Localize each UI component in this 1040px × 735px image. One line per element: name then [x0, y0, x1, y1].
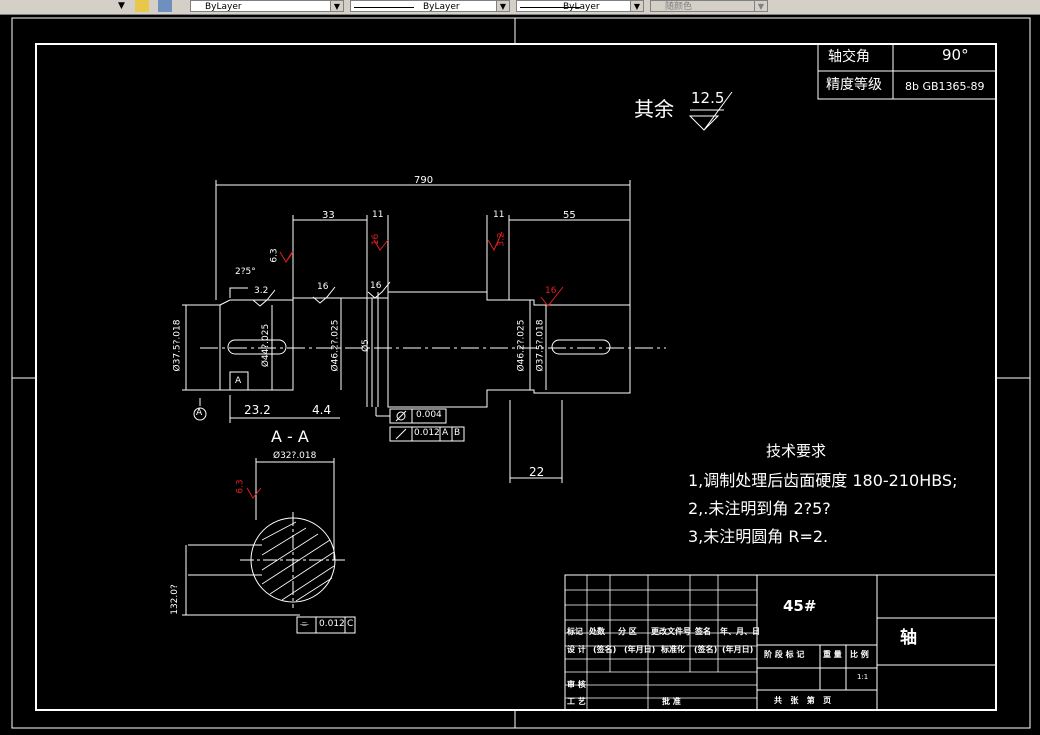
dim-dia-44: Ø44?.025 [261, 323, 272, 368]
linetype-combo[interactable]: ByLayer ▼ [350, 0, 510, 12]
spec-value-shaft-angle: 90° [942, 46, 969, 64]
section-tolerance-ref: C [347, 619, 354, 629]
tb-design-date: (年月日) [624, 645, 656, 654]
tb-std-sign: (签名) [694, 645, 718, 654]
dropdown-arrow-icon[interactable]: ▼ [118, 0, 125, 12]
tech-requirement-3: 3,未注明圆角 R=2. [688, 527, 829, 546]
layer-combo[interactable]: ByLayer ▼ [190, 0, 344, 12]
tb-design: 设 计 [567, 645, 586, 654]
dim-dia-46-2-left: Ø46.2?.025 [330, 319, 341, 372]
tolerance-2-ref-a: A [442, 428, 449, 438]
tb-docno: 更改文件号 [651, 627, 691, 636]
tolerance-2-ref-b: B [454, 428, 461, 438]
chevron-down-icon[interactable]: ▼ [754, 1, 767, 11]
tb-count: 处数 [589, 627, 605, 636]
tb-sheets: 共 张 第 页 [774, 696, 832, 705]
chevron-down-icon[interactable]: ▼ [630, 1, 643, 11]
roughness-6-3: 6.3 [269, 248, 280, 263]
title-material: 45# [783, 597, 817, 615]
roughness-16a: 16 [317, 282, 329, 292]
dim-dia-37-5-left: Ø37.5?.018 [172, 319, 183, 372]
inner-frame [35, 43, 997, 711]
section-dim-dia: Ø32?.018 [273, 451, 317, 461]
properties-toolbar: ▼ ByLayer ▼ ByLayer ▼ ByLayer ▼ 随颜色 ▼ [0, 0, 1040, 15]
dim-55: 55 [563, 210, 576, 221]
roughness-3-2a: 3.2 [254, 286, 269, 296]
section-title: A - A [271, 427, 309, 446]
section-tolerance-symbol: ⌯ [300, 617, 309, 630]
title-part-name: 轴 [900, 628, 917, 648]
roughness-16c: 16 [371, 233, 382, 246]
roughness-3-2b: 3.2 [496, 232, 507, 247]
tb-std: 标准化 [661, 645, 685, 654]
dim-33: 33 [322, 210, 335, 221]
tb-date: 年、月、日 [720, 627, 760, 636]
tech-requirement-1: 1,调制处理后齿面硬度 180-210HBS; [688, 471, 958, 490]
chevron-down-icon[interactable]: ▼ [496, 1, 509, 11]
drawing-svg [11, 17, 1031, 729]
tb-zone: 分 区 [618, 627, 637, 636]
dim-4-4: 4.4 [312, 403, 332, 417]
dim-11b: 11 [493, 210, 505, 220]
drawing-canvas[interactable]: 轴交角 90° 精度等级 8b GB1365-89 其余 12.5 790 33… [0, 15, 1040, 735]
tb-sign: 签名 [695, 627, 711, 636]
roughness-other-value: 12.5 [691, 89, 725, 107]
layer-states-icon[interactable] [135, 0, 149, 12]
spec-label-precision: 精度等级 [826, 77, 882, 93]
tb-process: 工 艺 [567, 697, 586, 706]
layer-previous-icon[interactable] [158, 0, 172, 12]
section-tolerance-value: 0.012 [319, 619, 345, 629]
spec-label-shaft-angle: 轴交角 [828, 49, 870, 65]
tb-mark: 标记 [567, 627, 583, 636]
dim-dia-37-5-right: Ø37.5?.018 [535, 319, 546, 372]
tolerance-2-value: 0.012 [414, 428, 440, 438]
spec-value-precision: 8b GB1365-89 [905, 80, 985, 93]
dim-11a: 11 [372, 210, 384, 220]
lineweight-combo[interactable]: ByLayer ▼ [516, 0, 644, 12]
tb-review: 审 核 [567, 680, 586, 689]
dim-dia-5: Ø5 [360, 339, 371, 352]
tolerance-1-value: 0.004 [416, 410, 442, 420]
dim-angle: 2?5° [235, 267, 256, 277]
dim-23-2: 23.2 [244, 403, 271, 417]
chevron-down-icon[interactable]: ▼ [330, 1, 343, 11]
roughness-other-label: 其余 [634, 97, 674, 121]
tb-std-date: (年月日) [722, 645, 754, 654]
dim-dia-46-2-right: Ø46.2?.025 [516, 319, 527, 372]
roughness-16d: 16 [545, 286, 557, 296]
tb-approve: 批 准 [662, 697, 681, 706]
tb-scale-value: 1:1 [857, 673, 869, 681]
section-roughness: 6.3 [235, 479, 246, 494]
tb-stage: 阶 段 标 记 [764, 650, 805, 659]
roughness-16b: 16 [370, 281, 382, 291]
tech-requirements-title: 技术要求 [766, 442, 827, 460]
tb-weight: 重 量 [823, 650, 842, 659]
datum-a-circle: A [196, 408, 203, 418]
dim-22: 22 [529, 465, 545, 479]
tb-design-sign: (签名) [593, 645, 617, 654]
datum-a-box: A [235, 376, 242, 386]
dim-overall-length: 790 [414, 175, 434, 186]
tb-scale: 比 例 [850, 650, 869, 659]
section-dim-vertical: 132.0? [169, 584, 180, 615]
color-combo[interactable]: 随颜色 ▼ [650, 0, 768, 12]
tech-requirement-2: 2,.未注明到角 2?5? [688, 499, 831, 518]
